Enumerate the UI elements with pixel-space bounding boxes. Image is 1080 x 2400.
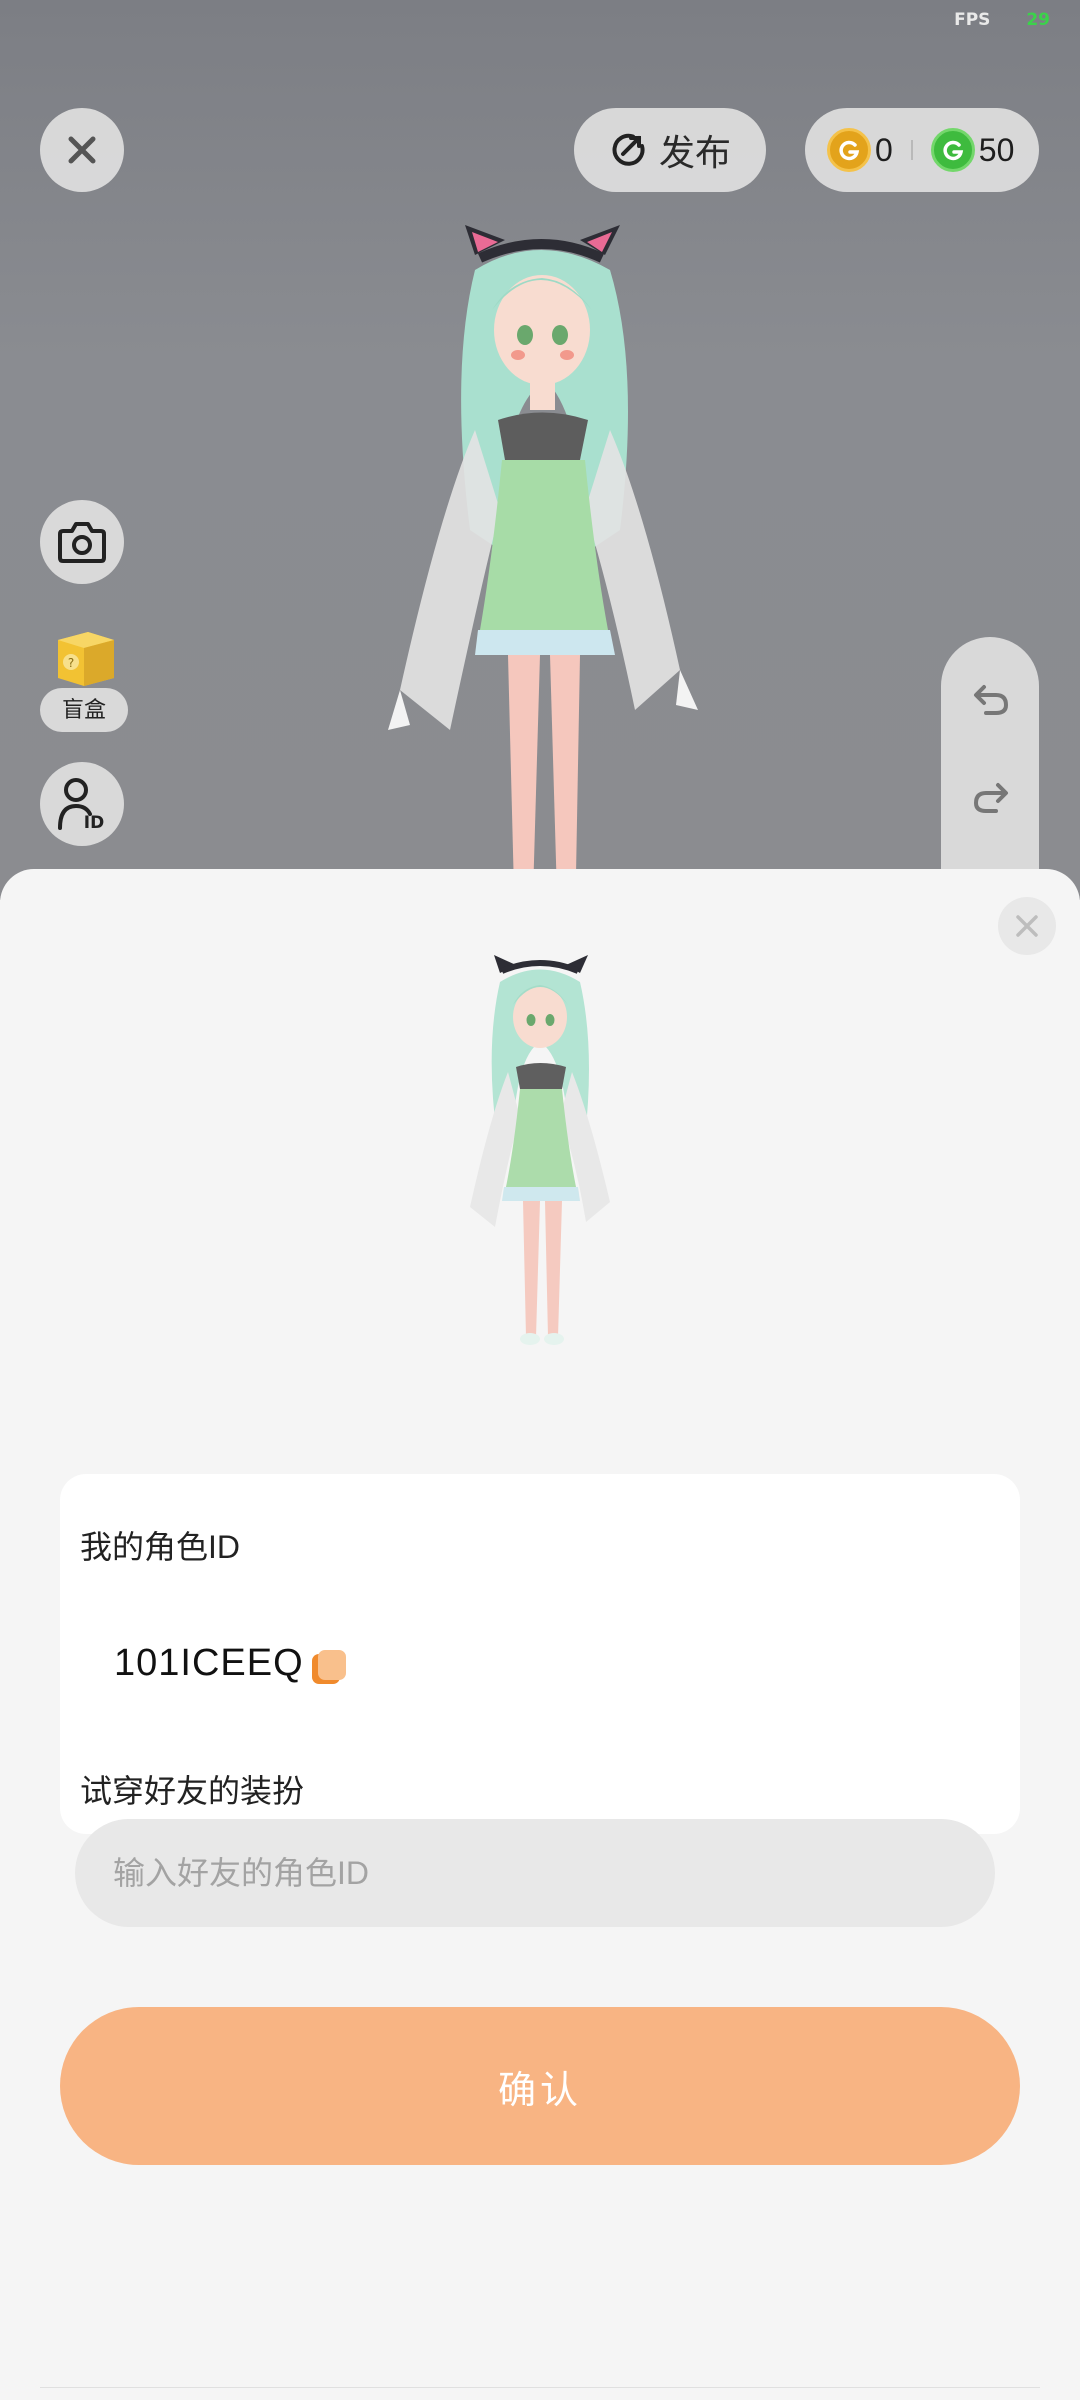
- blind-box-button[interactable]: ? 盲盒: [40, 622, 128, 732]
- copy-icon[interactable]: [310, 1648, 348, 1686]
- svg-text:ID: ID: [84, 813, 104, 832]
- close-button[interactable]: [40, 108, 124, 192]
- undo-icon[interactable]: [970, 679, 1012, 721]
- currency-divider: [910, 140, 913, 160]
- blind-box-icon: ?: [58, 632, 114, 686]
- divider: [40, 2387, 1040, 2388]
- avatar-preview: [470, 955, 610, 1345]
- green-coin-count: 50: [978, 131, 1015, 168]
- role-id-sheet: 我的角色ID 101ICEEQ 试穿好友的装扮 确认: [0, 869, 1080, 2400]
- friend-id-input[interactable]: [75, 1819, 995, 1927]
- confirm-button[interactable]: 确认: [60, 2007, 1020, 2165]
- close-icon: [1016, 915, 1038, 937]
- blind-box-label: 盲盒: [40, 688, 128, 732]
- my-id-value: 101ICEEQ: [114, 1642, 304, 1684]
- currency-display[interactable]: 0 50: [805, 108, 1039, 192]
- sheet-close-button[interactable]: [998, 897, 1056, 955]
- try-on-title: 试穿好友的装扮: [80, 1773, 305, 1809]
- camera-icon: [58, 522, 106, 563]
- redo-icon[interactable]: [970, 777, 1012, 819]
- close-icon: [68, 136, 96, 164]
- svg-text:?: ?: [68, 656, 74, 670]
- publish-label: 发布: [658, 132, 731, 173]
- gold-coin-icon: [827, 128, 871, 172]
- camera-button[interactable]: [40, 500, 124, 584]
- avatar-character: [388, 225, 698, 900]
- publish-icon: [612, 133, 645, 166]
- avatar-scene: FPS 29 发布 0 50 ? 盲盒 ID: [0, 0, 1080, 900]
- fps-counter: FPS 29: [954, 10, 1050, 30]
- role-id-button[interactable]: ID: [40, 762, 124, 846]
- gold-coin-count: 0: [875, 131, 893, 168]
- role-id-card: 我的角色ID 101ICEEQ 试穿好友的装扮: [60, 1474, 1020, 1834]
- my-id-title: 我的角色ID: [80, 1529, 241, 1565]
- fps-value: 29: [1026, 10, 1050, 30]
- undo-redo-panel: [941, 637, 1039, 900]
- green-coin-icon: [930, 128, 975, 172]
- publish-button[interactable]: 发布: [574, 108, 766, 192]
- fps-label: FPS: [954, 10, 991, 30]
- role-id-icon: ID: [58, 778, 104, 832]
